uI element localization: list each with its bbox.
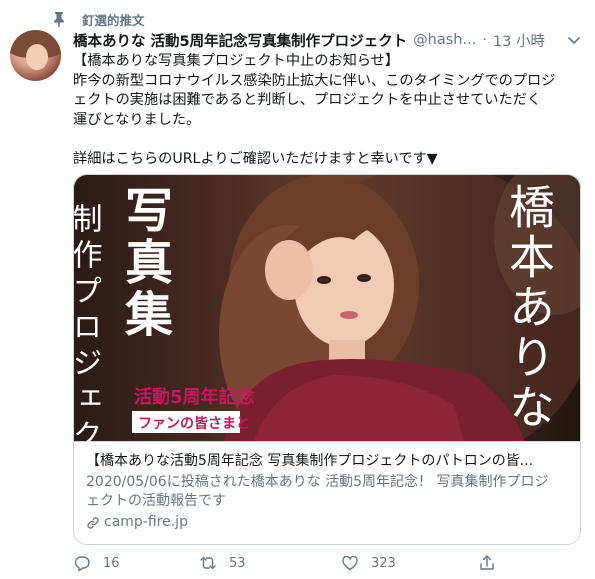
tweet-line: 【橋本ありな写真集プロジェクト中止のお知らせ】 xyxy=(73,53,400,69)
tweet-line: 昨今の新型コロナウイルス感染防止拡大に伴い、このタイミングでのプロジ xyxy=(73,72,556,89)
tweet-line xyxy=(73,130,583,150)
card-photo: 制作プロジェクト 写真集 活動5周年記念 ファンの皆さまと 橋本ありな xyxy=(74,175,580,441)
card-body[interactable]: 【橋本ありな活動5周年記念 写真集制作プロジェクトのパトロンの皆... 2020… xyxy=(74,441,580,544)
pinned-indicator: 釘選的推文 xyxy=(52,10,145,28)
reply-count: 16 xyxy=(103,555,120,571)
pinned-label: 釘選的推文 xyxy=(82,12,145,28)
image-text-fan-banner: ファンの皆さまと xyxy=(138,415,250,432)
image-text-right: 橋本ありな xyxy=(502,183,556,433)
retweet-icon xyxy=(200,556,216,570)
card-image[interactable]: 制作プロジェクト 写真集 活動5周年記念 ファンの皆さまと 橋本ありな xyxy=(74,175,580,441)
retweet-count: 53 xyxy=(229,555,246,571)
pin-icon xyxy=(54,12,64,27)
image-text-anniversary: 活動5周年記念 xyxy=(134,386,255,408)
card-description: 2020/05/06に投稿された橋本ありな 活動5周年記念！ 写真集制作プロジ … xyxy=(86,473,570,511)
reply-button[interactable]: 16 xyxy=(73,554,120,572)
card-domain: camp-fire.jp xyxy=(86,513,570,532)
share-icon xyxy=(480,555,494,570)
like-button[interactable]: 323 xyxy=(341,554,396,572)
card-description-line: ェクトの活動報告です xyxy=(86,493,226,509)
author-handle[interactable]: @hash... xyxy=(413,32,476,48)
chevron-down-icon[interactable] xyxy=(565,31,583,49)
card-description-line: 2020/05/06に投稿された橋本ありな 活動5周年記念！ 写真集制作プロジ xyxy=(86,474,549,490)
heart-icon xyxy=(342,555,358,571)
link-icon xyxy=(87,516,99,529)
tweet-header: 橋本ありな 活動5周年記念写真集制作プロジェクト @hash... · 13 小… xyxy=(73,29,583,51)
tweet-text: 【橋本ありな写真集プロジェクト中止のお知らせ】 昨今の新型コロナウイルス感染防止… xyxy=(73,52,583,169)
like-count: 323 xyxy=(371,555,396,571)
tweet-actions: 16 53 323 xyxy=(73,552,573,574)
author-display-name[interactable]: 橋本ありな 活動5周年記念写真集制作プロジェクト xyxy=(73,30,407,51)
tweet-line: ェクトの実施は困難であると判断し、プロジェクトを中止させていただく xyxy=(73,92,542,108)
link-preview-card[interactable]: 制作プロジェクト 写真集 活動5周年記念 ファンの皆さまと 橋本ありな 【橋本あ… xyxy=(73,174,581,545)
card-domain-text: camp-fire.jp xyxy=(104,514,188,530)
image-text-left-2: 写真集 xyxy=(116,185,174,341)
retweet-button[interactable]: 53 xyxy=(199,554,246,572)
share-button[interactable] xyxy=(478,554,496,572)
separator-dot: · xyxy=(482,32,487,48)
card-title: 【橋本ありな活動5周年記念 写真集制作プロジェクトのパトロンの皆... xyxy=(86,453,534,469)
tweet-timestamp[interactable]: 13 小時 xyxy=(493,30,545,51)
avatar[interactable] xyxy=(10,30,61,81)
tweet-line: 詳細はこちらのURLよりご確認いただけますと幸いです▼ xyxy=(73,150,438,167)
image-text-left-1: 制作プロジェクト xyxy=(74,203,102,441)
reply-icon xyxy=(74,556,90,572)
tweet-line: 運びとなりました。 xyxy=(73,111,201,128)
